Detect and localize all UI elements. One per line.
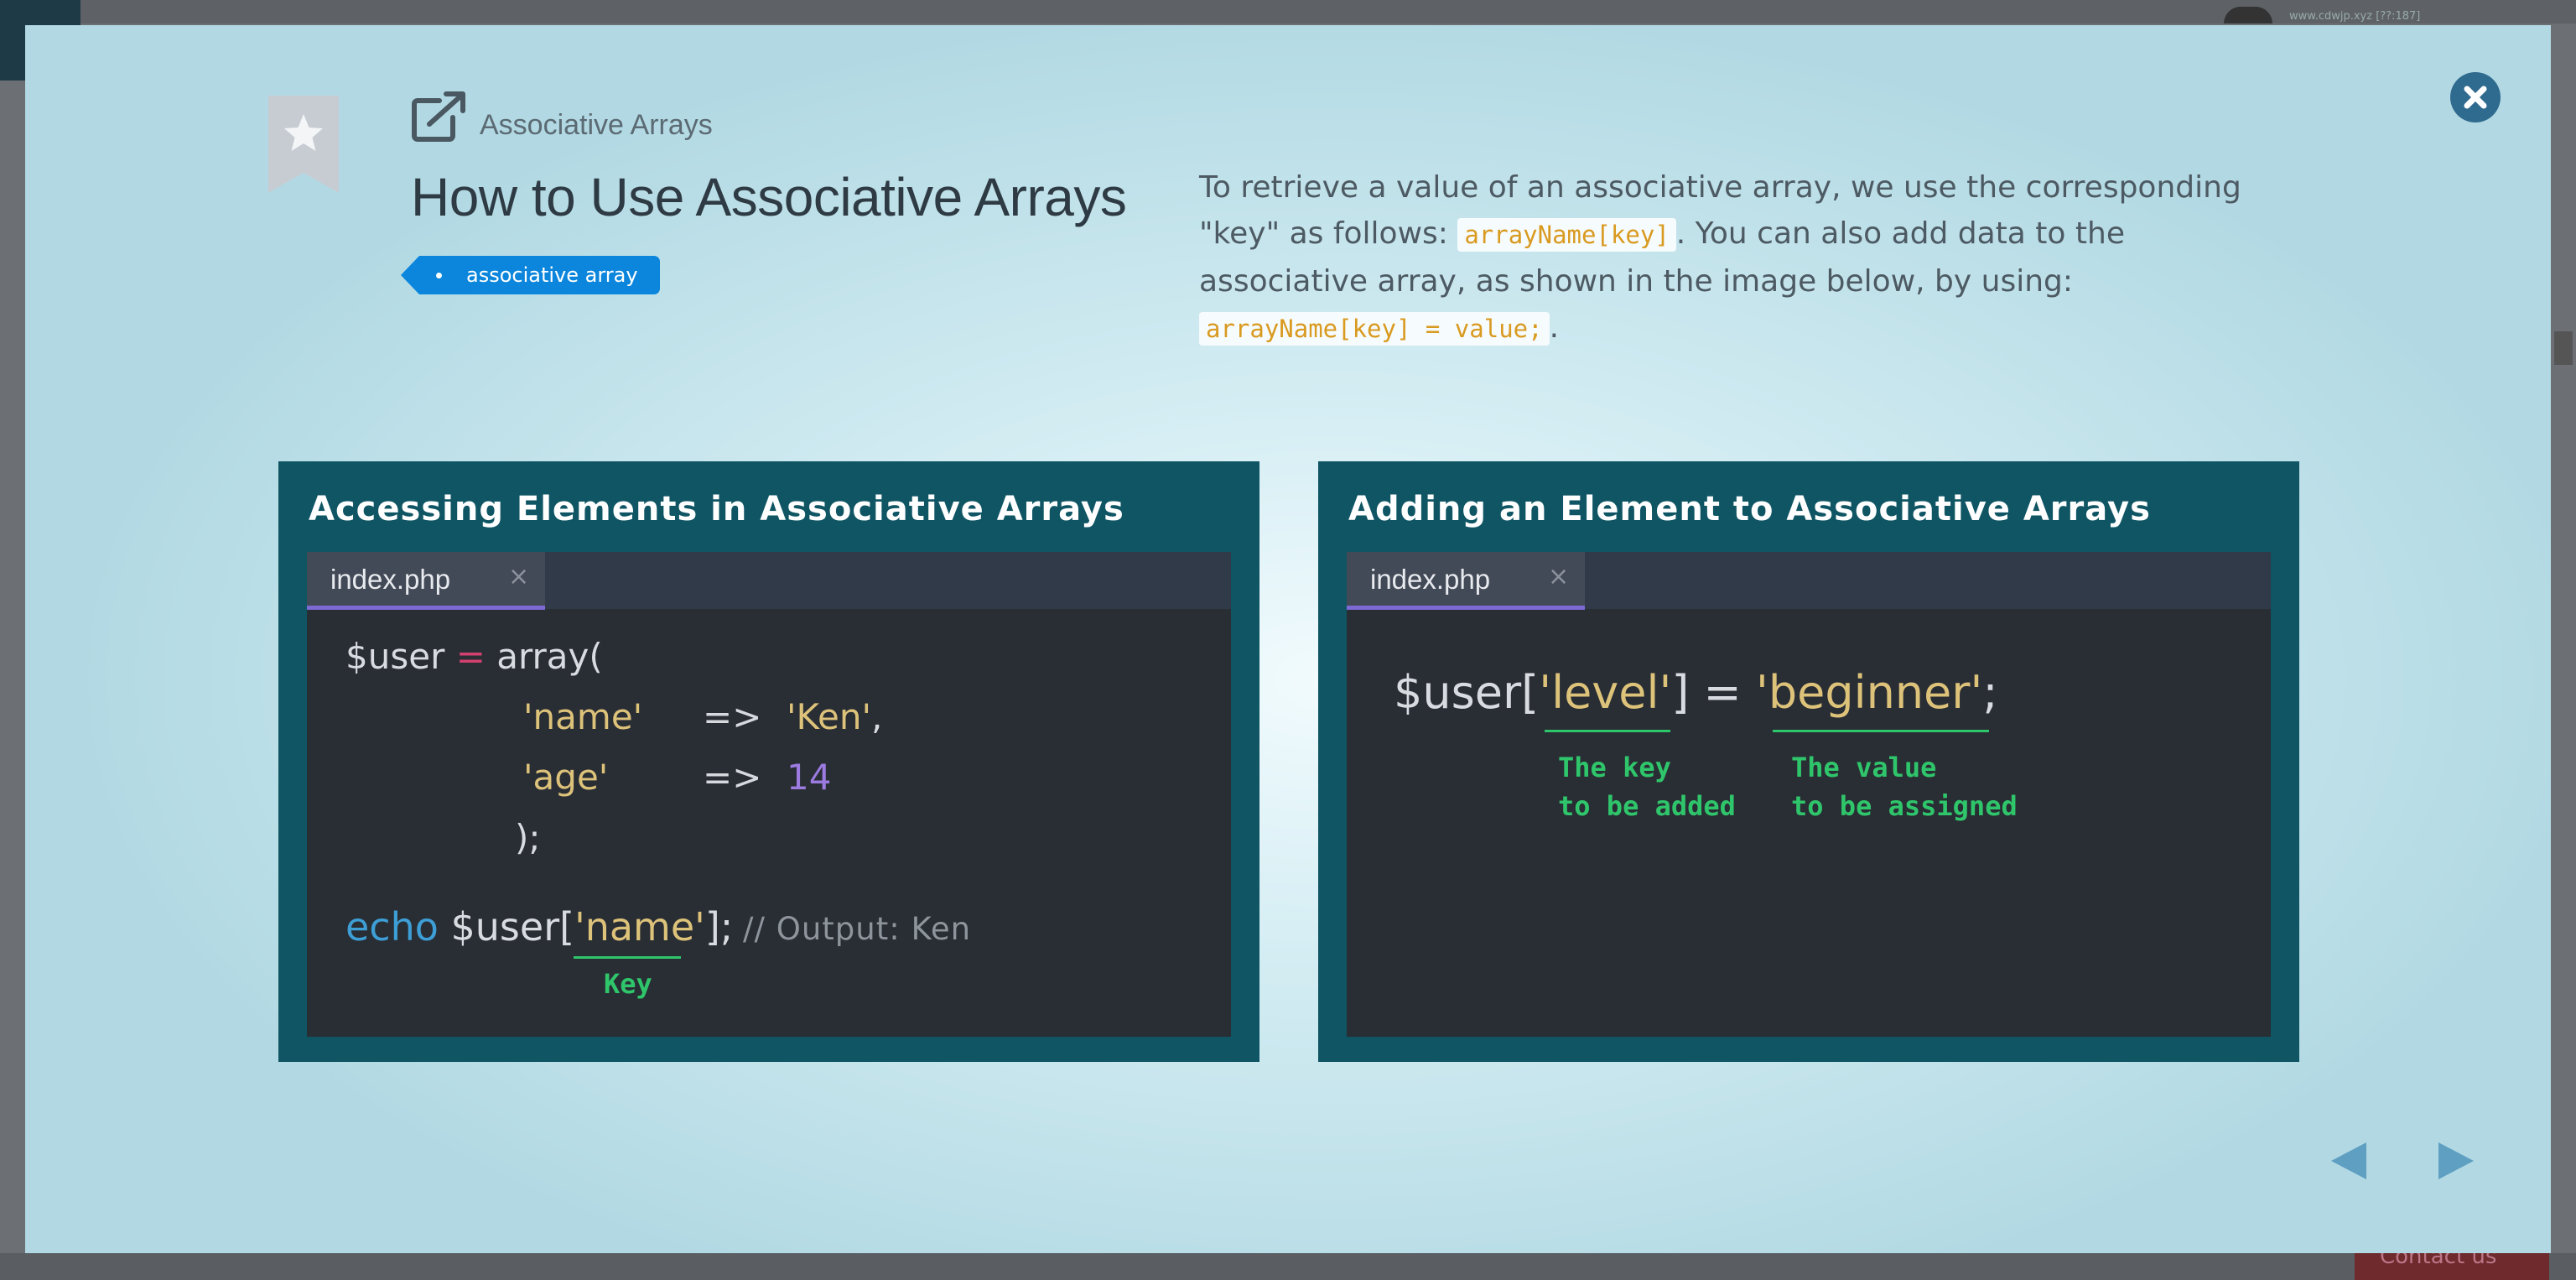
code-editor: index.php × $user = array( 'name' => 'Ke… [307, 552, 1231, 1037]
key-underline [1545, 730, 1670, 732]
editor-tabbar: index.php × [307, 552, 1231, 610]
code-operator: ] = [1671, 666, 1756, 719]
code-end: ]; [704, 904, 734, 950]
prev-arrow-icon[interactable] [2326, 1136, 2376, 1186]
tab-close-icon: × [1548, 562, 1570, 591]
code-keyword: echo [345, 904, 439, 950]
inline-code-assign: arrayName[key] = value; [1199, 312, 1550, 346]
figure-adding-element: Adding an Element to Associative Arrays … [1318, 461, 2299, 1062]
code-arrow: => [703, 757, 762, 798]
page-title: How to Use Associative Arrays [411, 167, 1127, 227]
close-button[interactable] [2450, 72, 2501, 122]
background-topbar [0, 0, 2576, 23]
code-var: $user[ [1394, 666, 1540, 719]
code-line-4: ); [515, 817, 541, 858]
code-value: 'Ken' [787, 696, 872, 737]
value-underline [1773, 730, 1989, 732]
key-underline [574, 956, 681, 959]
code-line-1: $user = array( [345, 636, 603, 677]
inline-code-access: arrayName[key] [1457, 218, 1676, 252]
code-comment: // Output: Ken [743, 911, 972, 947]
code-arrow: => [703, 696, 762, 737]
code-key: 'level' [1539, 666, 1672, 719]
close-icon [2464, 86, 2487, 109]
code-end: ; [1982, 666, 1998, 719]
background-scrollbar [2554, 331, 2573, 365]
code-key: 'name' [574, 904, 705, 950]
code-key: 'name' [523, 696, 643, 737]
editor-tab: index.php × [307, 552, 545, 610]
figure-heading: Adding an Element to Associative Arrays [1348, 490, 2151, 528]
figure-heading: Accessing Elements in Associative Arrays [309, 490, 1124, 528]
tab-close-icon: × [508, 562, 530, 591]
figure-accessing-elements: Accessing Elements in Associative Arrays… [278, 461, 1259, 1062]
background-url-text: www.cdwjp.xyz [??:187] [2289, 10, 2421, 23]
topic-tag[interactable]: associative array [401, 256, 660, 294]
bookmark-star-icon[interactable] [268, 96, 339, 193]
description-part-3: . [1549, 310, 1560, 345]
background-avatar [2224, 7, 2272, 23]
code-comma: , [871, 696, 883, 737]
editor-tab: index.php × [1347, 552, 1585, 610]
background-bottom-bar [0, 1253, 2576, 1280]
editor-tabbar: index.php × [1347, 552, 2271, 610]
slide-modal: Associative Arrays How to Use Associativ… [25, 25, 2551, 1253]
annotation-value: The value to be assigned [1791, 752, 2018, 822]
external-link-icon[interactable] [411, 91, 470, 143]
annotation-key: The key to be added [1558, 752, 1736, 822]
code-line-2: 'name' [523, 696, 642, 737]
file-name: index.php [1370, 564, 1491, 595]
code-value: 14 [787, 757, 832, 798]
code-editor: index.php × $user['level'] = 'beginner';… [1347, 552, 2271, 1037]
code-function: array( [496, 636, 603, 677]
code-line-5: echo $user['name']; [345, 904, 733, 950]
code-key: 'age' [523, 757, 609, 798]
annotation-key: Key [604, 968, 652, 1000]
next-arrow-icon[interactable] [2428, 1136, 2479, 1186]
code-value: 'beginner' [1755, 666, 1983, 719]
code-operator: = [444, 636, 497, 677]
code-var: $user [345, 636, 445, 677]
code-var: $user[ [438, 904, 575, 950]
code-line-assign: $user['level'] = 'beginner'; [1394, 666, 1998, 719]
file-name: index.php [330, 564, 451, 595]
breadcrumb: Associative Arrays [480, 109, 713, 141]
description-text: To retrieve a value of an associative ar… [1199, 164, 2272, 352]
code-line-2-value: 'Ken', [787, 696, 882, 737]
